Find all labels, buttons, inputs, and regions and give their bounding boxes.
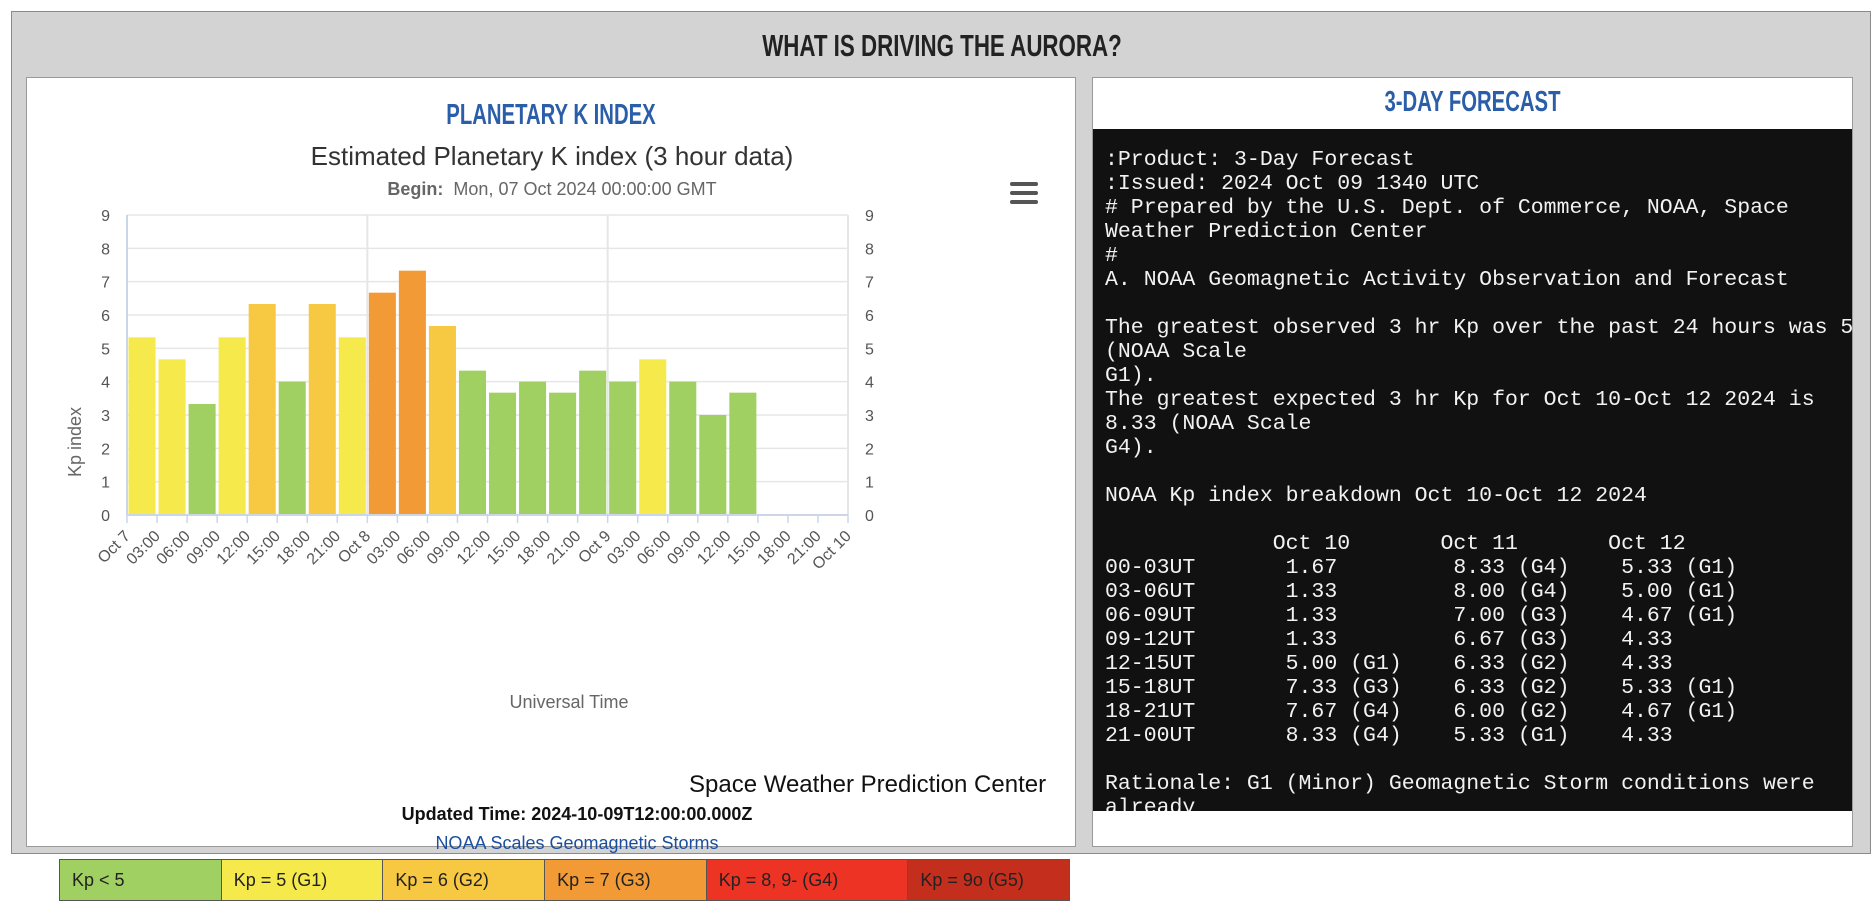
y-axis-label: Kp index [65, 407, 85, 477]
x-tick-label: 09:00 [184, 528, 224, 568]
legend-item: Kp = 5 (G1) [221, 860, 384, 900]
y-tick-label: 8 [101, 241, 110, 258]
kp-bar[interactable] [639, 359, 667, 515]
kp-bar[interactable] [398, 270, 426, 515]
kp-bar[interactable] [519, 381, 547, 515]
forecast-panel-title: 3-DAY FORECAST [1384, 86, 1561, 118]
x-tick-label: 21:00 [304, 528, 344, 568]
y-tick-label: 7 [101, 275, 110, 292]
y-tick-label: 5 [101, 341, 110, 358]
x-tick-label: 06:00 [634, 528, 674, 568]
y-tick-label-right: 7 [865, 275, 874, 292]
x-tick-label: 12:00 [694, 528, 734, 568]
y-tick-label: 4 [101, 375, 110, 392]
x-axis-label: Universal Time [509, 692, 628, 712]
chart-credit: Space Weather Prediction Center [689, 771, 1047, 798]
y-tick-label-right: 4 [865, 375, 874, 392]
x-tick-label: 06:00 [154, 528, 194, 568]
y-tick-label: 6 [101, 308, 110, 325]
x-tick-label: 18:00 [754, 528, 794, 568]
kp-legend: Kp < 5 Kp = 5 (G1) Kp = 6 (G2) Kp = 7 (G3) K… [59, 859, 1070, 901]
x-tick-label: 12:00 [454, 528, 494, 568]
x-tick-label: 03:00 [364, 528, 404, 568]
y-tick-label-right: 0 [865, 508, 874, 525]
kp-bar[interactable] [188, 404, 216, 515]
legend-item: Kp = 9o (G5) [908, 860, 1070, 900]
kp-bar[interactable] [609, 381, 637, 515]
y-tick-label-right: 8 [865, 241, 874, 258]
kp-bar[interactable] [669, 381, 697, 515]
y-tick-label: 0 [101, 508, 110, 525]
x-tick-label: 03:00 [124, 528, 164, 568]
kp-chart: Estimated Planetary K index (3 hour data… [65, 141, 874, 712]
kp-index-panel: PLANETARY K INDEX Estimated Planetary K … [26, 77, 1076, 901]
kp-bar[interactable] [308, 304, 336, 515]
x-tick-label: 18:00 [274, 528, 314, 568]
kp-bar[interactable] [218, 337, 246, 515]
x-tick-label: 09:00 [664, 528, 704, 568]
kp-bar[interactable] [368, 292, 396, 515]
x-tick-label: 15:00 [244, 528, 284, 568]
chart-subtitle: Begin: Mon, 07 Oct 2024 00:00:00 GMT [387, 179, 716, 199]
y-tick-label: 3 [101, 408, 110, 425]
kp-bar[interactable] [278, 381, 306, 515]
x-tick-label: 06:00 [394, 528, 434, 568]
page-title: WHAT IS DRIVING THE AURORA? [762, 28, 1122, 63]
forecast-panel: 3-DAY FORECAST :Product: 3-Day Forecast … [1092, 77, 1853, 847]
kp-bar[interactable] [699, 415, 727, 515]
legend-item: Kp < 5 [60, 860, 222, 900]
chart-subtitle-value: Mon, 07 Oct 2024 00:00:00 GMT [453, 179, 716, 199]
x-tick-label: 09:00 [424, 528, 464, 568]
x-tick-label: 15:00 [484, 528, 524, 568]
legend-item: Kp = 8, 9- (G4) [706, 860, 909, 900]
kp-bar[interactable] [549, 392, 577, 515]
y-tick-label-right: 9 [865, 208, 874, 225]
kp-bar[interactable] [489, 392, 517, 515]
kp-bar[interactable] [579, 370, 607, 515]
y-tick-label: 2 [101, 441, 110, 458]
kp-bar[interactable] [458, 370, 486, 515]
legend-item: Kp = 6 (G2) [383, 860, 546, 900]
y-tick-label-right: 3 [865, 408, 874, 425]
kp-bar[interactable] [158, 359, 186, 515]
x-tick-label: 03:00 [604, 528, 644, 568]
y-tick-label-right: 1 [865, 475, 874, 492]
kp-bar[interactable] [338, 337, 366, 515]
kp-bar[interactable] [729, 392, 757, 515]
y-tick-label-right: 2 [865, 441, 874, 458]
noaa-scales-link[interactable]: NOAA Scales Geomagnetic Storms [27, 833, 1127, 854]
legend-item: Kp = 7 (G3) [545, 860, 707, 900]
chart-subtitle-label: Begin: [387, 179, 443, 199]
chart-title: Estimated Planetary K index (3 hour data… [311, 141, 794, 171]
kp-bar[interactable] [248, 304, 276, 515]
y-tick-label: 1 [101, 475, 110, 492]
forecast-text[interactable]: :Product: 3-Day Forecast :Issued: 2024 O… [1093, 129, 1852, 811]
y-tick-label-right: 6 [865, 308, 874, 325]
y-tick-label: 9 [101, 208, 110, 225]
updated-time: Updated Time: 2024-10-09T12:00:00.000Z [401, 804, 753, 824]
kp-bar[interactable] [428, 326, 456, 515]
x-tick-label: 12:00 [214, 528, 254, 568]
x-tick-label: 15:00 [724, 528, 764, 568]
kp-bar[interactable] [128, 337, 156, 515]
page-container: WHAT IS DRIVING THE AURORA? PLANETARY K … [11, 11, 1871, 901]
x-tick-label: 18:00 [514, 528, 554, 568]
x-tick-label: 21:00 [544, 528, 584, 568]
y-tick-label-right: 5 [865, 341, 874, 358]
